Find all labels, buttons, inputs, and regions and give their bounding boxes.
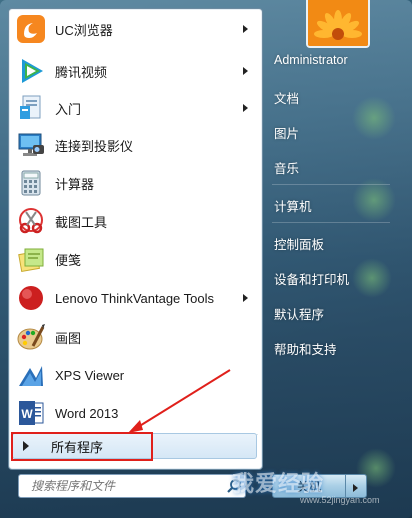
divider — [272, 222, 390, 223]
computer-link[interactable]: 计算机 — [274, 196, 312, 215]
control-panel-link[interactable]: 控制面板 — [274, 234, 324, 253]
watermark-url: www.52jingyan.com — [300, 495, 380, 505]
music-link[interactable]: 音乐 — [274, 158, 299, 177]
search-input[interactable] — [18, 474, 246, 498]
user-name-link[interactable]: Administrator — [274, 53, 348, 67]
help-support-link[interactable]: 帮助和支持 — [274, 339, 337, 358]
documents-link[interactable]: 文档 — [274, 88, 299, 107]
devices-printers-link[interactable]: 设备和打印机 — [274, 269, 349, 288]
pictures-link[interactable]: 图片 — [274, 123, 299, 142]
annotation-arrow-icon — [128, 369, 231, 433]
divider — [272, 184, 390, 185]
default-programs-link[interactable]: 默认程序 — [274, 304, 324, 323]
watermark: 我爱经验 — [232, 471, 325, 496]
